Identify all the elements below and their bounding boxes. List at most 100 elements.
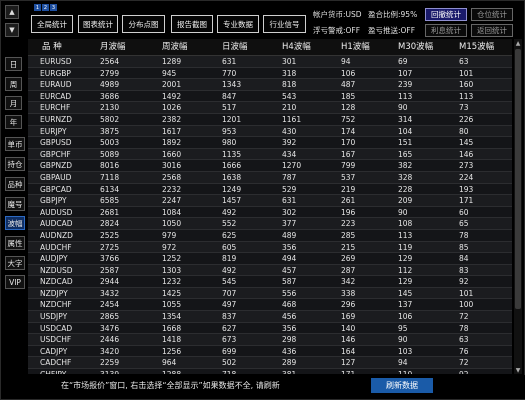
header-monthly-range[interactable]: 月波幅 xyxy=(100,39,126,56)
range-cell: 239 xyxy=(398,80,413,90)
table-row[interactable]: USDCAD 3476 1668 627 356 140 95 78 xyxy=(28,322,512,335)
scroll-up-arrow-icon[interactable]: ▲ xyxy=(514,39,522,47)
range-cell: 1660 xyxy=(162,149,182,159)
tab-year[interactable]: 年 xyxy=(5,115,22,129)
header-daily-range[interactable]: 日波幅 xyxy=(222,39,248,56)
header-m30-range[interactable]: M30波幅 xyxy=(398,39,433,56)
table-row[interactable]: NZDJPY 3432 1425 707 556 338 145 101 xyxy=(28,287,512,300)
scroll-down-button[interactable]: ▼ xyxy=(5,23,19,37)
header-h4-range[interactable]: H4波幅 xyxy=(282,39,311,56)
range-cell: 338 xyxy=(341,288,356,298)
table-row[interactable]: AUDUSD 2681 1084 492 302 196 90 60 xyxy=(28,206,512,219)
range-cell: 819 xyxy=(222,254,237,264)
position-stats-button[interactable]: 仓位统计 xyxy=(471,8,513,21)
chart-stats-button[interactable]: 图表统计 xyxy=(78,15,118,33)
header-weekly-range[interactable]: 周波幅 xyxy=(162,39,188,56)
table-row[interactable]: AUDNZD 2525 979 625 489 285 113 78 xyxy=(28,229,512,242)
footer-hint-text: 在“市场报价”窗口, 右击选择“全部显示”如果数据不全, 请刷新 xyxy=(61,381,280,390)
mini-button-1[interactable]: 1 xyxy=(34,4,41,11)
table-row[interactable]: EURCHF 2130 1026 517 210 128 90 73 xyxy=(28,102,512,114)
range-cell: 223 xyxy=(341,219,356,229)
range-cell: 210 xyxy=(282,103,297,113)
table-row[interactable]: AUDJPY 3766 1252 819 494 269 129 84 xyxy=(28,253,512,265)
tab-volatility[interactable]: 波幅 xyxy=(5,216,25,230)
table-row[interactable]: EURJPY 3875 1617 953 430 174 104 80 xyxy=(28,125,512,138)
range-cell: 145 xyxy=(459,138,474,148)
tab-vip[interactable]: VIP xyxy=(5,275,25,289)
range-cell: 63 xyxy=(459,57,469,66)
table-row[interactable]: GBPNZD 8016 3016 1666 1270 799 382 273 xyxy=(28,160,512,172)
table-row[interactable]: EURGBP 2799 945 770 318 106 107 101 xyxy=(28,67,512,80)
scroll-down-arrow-icon[interactable]: ▼ xyxy=(514,366,522,374)
range-cell: 146 xyxy=(341,335,356,345)
range-cell: 631 xyxy=(222,57,237,66)
tab-single-currency[interactable]: 单币 xyxy=(5,137,25,151)
table-row[interactable]: EURAUD 4989 2001 1343 818 487 239 160 xyxy=(28,79,512,91)
range-cell: 193 xyxy=(459,184,474,194)
table-row[interactable]: NZDUSD 2587 1303 492 457 287 112 83 xyxy=(28,264,512,277)
range-cell: 112 xyxy=(398,265,413,275)
table-row[interactable]: GBPCAD 6134 2232 1249 529 219 228 193 xyxy=(28,183,512,196)
symbol-cell: CADJPY xyxy=(40,346,68,356)
symbol-cell: GBPCAD xyxy=(40,184,72,194)
range-cell: 129 xyxy=(398,277,413,287)
global-stats-button[interactable]: 全局统计 xyxy=(31,15,73,33)
table-row[interactable]: USDJPY 2865 1354 837 456 169 106 72 xyxy=(28,311,512,323)
table-row[interactable]: GBPAUD 7118 2568 1638 787 537 328 224 xyxy=(28,171,512,184)
range-cell: 302 xyxy=(282,207,297,217)
tab-day[interactable]: 日 xyxy=(5,57,22,71)
table-row[interactable]: USDCHF 2446 1418 673 298 146 90 63 xyxy=(28,334,512,346)
table-row[interactable]: AUDCHF 2725 972 605 356 215 119 85 xyxy=(28,241,512,254)
range-cell: 60 xyxy=(459,207,469,217)
tab-week[interactable]: 周 xyxy=(5,77,22,91)
float-loss-alert-label: 浮亏警戒:OFF xyxy=(313,26,361,35)
table-row[interactable]: GBPUSD 5003 1892 980 392 170 151 145 xyxy=(28,137,512,149)
symbol-cell: AUDCHF xyxy=(40,242,72,252)
table-row[interactable]: NZDCAD 2944 1232 545 587 342 129 92 xyxy=(28,276,512,288)
header-m15-range[interactable]: M15波幅 xyxy=(459,39,494,56)
tab-positions[interactable]: 持仓 xyxy=(5,157,25,171)
table-row[interactable]: CADJPY 3420 1256 699 436 164 103 76 xyxy=(28,345,512,358)
tab-large-font[interactable]: 大字 xyxy=(5,256,25,270)
tab-magic-number[interactable]: 魔号 xyxy=(5,197,25,211)
tab-symbols[interactable]: 品种 xyxy=(5,177,25,191)
range-cell: 69 xyxy=(398,57,408,66)
table-row[interactable]: CADCHF 2259 964 502 289 127 94 72 xyxy=(28,357,512,370)
range-cell: 113 xyxy=(398,91,413,101)
header-symbol[interactable]: 品 种 xyxy=(42,39,62,56)
mini-button-2[interactable]: 2 xyxy=(42,4,49,11)
table-row[interactable]: NZDCHF 2454 1055 497 468 296 137 100 xyxy=(28,299,512,312)
table-row[interactable]: EURNZD 5802 2382 1201 1161 752 314 226 xyxy=(28,113,512,126)
industry-signal-button[interactable]: 行业信号 xyxy=(263,15,306,33)
tab-attributes[interactable]: 属性 xyxy=(5,236,25,250)
table-row[interactable]: AUDCAD 2824 1050 552 377 223 108 65 xyxy=(28,218,512,230)
tab-month[interactable]: 月 xyxy=(5,96,22,110)
table-row[interactable]: GBPCHF 5089 1660 1135 434 167 165 146 xyxy=(28,148,512,161)
scrollbar-thumb[interactable] xyxy=(515,49,521,309)
range-cell: 160 xyxy=(459,80,474,90)
range-cell: 1084 xyxy=(162,207,182,217)
pro-data-button[interactable]: 专业数据 xyxy=(217,15,259,33)
report-screenshot-button[interactable]: 报告截图 xyxy=(171,15,213,33)
return-stats-button[interactable]: 返回统计 xyxy=(471,24,513,37)
mini-button-3[interactable]: 3 xyxy=(50,4,57,11)
range-cell: 1457 xyxy=(222,196,242,206)
range-cell: 2382 xyxy=(162,114,182,124)
header-h1-range[interactable]: H1波幅 xyxy=(341,39,370,56)
range-cell: 377 xyxy=(282,219,297,229)
range-cell: 1492 xyxy=(162,91,182,101)
range-cell: 6585 xyxy=(100,196,120,206)
range-cell: 196 xyxy=(341,207,356,217)
table-row[interactable]: GBPJPY 6585 2247 1457 631 261 209 171 xyxy=(28,195,512,207)
range-cell: 6134 xyxy=(100,184,120,194)
scroll-up-button[interactable]: ▲ xyxy=(5,5,19,19)
table-row[interactable]: CHFJPY 3139 1288 718 381 171 110 92 xyxy=(28,369,512,374)
table-row[interactable]: EURCAD 3686 1492 847 543 185 113 113 xyxy=(28,90,512,103)
table-scrollbar[interactable]: ▲ ▼ xyxy=(514,39,522,374)
table-row[interactable]: EURUSD 2564 1289 631 301 94 69 63 xyxy=(28,56,512,68)
interest-stats-button[interactable]: 利息统计 xyxy=(425,24,467,37)
drawdown-stats-button[interactable]: 回撤统计 xyxy=(425,8,467,21)
distribution-chart-button[interactable]: 分布点图 xyxy=(122,15,165,33)
table-body: EURUSD 2564 1289 631 301 94 69 63 EURGBP 2799 945 7… xyxy=(28,56,512,374)
refresh-data-button[interactable]: 刷新数据 xyxy=(371,378,433,393)
